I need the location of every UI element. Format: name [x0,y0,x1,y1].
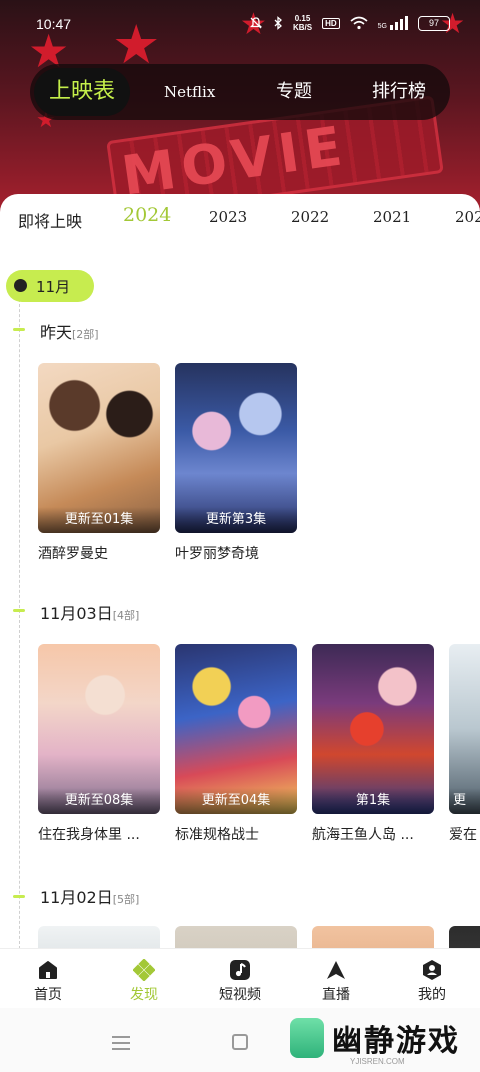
year-2021[interactable]: 2021 [373,208,411,226]
bluetooth-icon [274,16,282,30]
date-header: 11月02日[5部] [40,884,139,908]
show-card[interactable] [38,926,160,948]
watermark-url: YJISREN.COM [350,1057,405,1066]
nav-discover[interactable]: 发现 [96,949,192,1009]
timeline-line [19,284,20,948]
date-count: [4部] [112,609,140,622]
discover-icon [133,959,155,981]
profile-icon [423,960,441,980]
year-upcoming[interactable]: 即将上映 [18,208,82,232]
header-banner: ★ ★ ★ ★ ★ MOVIE TIME 10:47 0.15KB/S HD 5… [0,0,480,215]
speed-value: 0.15 [294,14,311,23]
tab-schedule[interactable]: 上映表 [34,68,130,116]
watermark-name: 幽静游戏 [332,1024,460,1059]
date-tick [13,609,25,612]
update-status: 更新至04集 [175,788,297,814]
show-title: 叶罗丽梦奇境 [175,546,259,562]
bottom-navigation: 首页 发现 短视频 直播 我的 [0,948,480,1008]
update-status: 更 [449,788,480,814]
nav-label: 首页 [34,987,62,1003]
nav-label: 我的 [418,987,446,1003]
show-poster[interactable]: 更新至04集 [175,644,297,814]
show-poster[interactable] [38,926,160,948]
recent-apps-button[interactable] [112,1036,130,1050]
show-card[interactable]: 更新至01集 酒醉罗曼史 [38,363,160,563]
status-bar: 10:47 0.15 KB/S HD 5G 97 [0,0,480,48]
show-poster[interactable] [449,926,480,948]
year-2020[interactable]: 2020 [455,208,480,226]
show-card[interactable] [175,926,297,948]
date-label: 11月03日 [40,604,113,623]
update-status: 更新第3集 [175,507,297,533]
update-status: 更新至01集 [38,507,160,533]
nav-short-video[interactable]: 短视频 [192,949,288,1009]
year-2022[interactable]: 2022 [291,208,329,226]
nav-home[interactable]: 首页 [0,949,96,1009]
month-marker: 11月 [6,270,94,302]
tab-netflix[interactable]: Netflix [164,64,215,120]
live-icon [327,961,345,979]
show-card[interactable]: 第1集 航海王鱼人岛 ... [312,644,434,844]
home-icon [39,961,57,979]
show-poster[interactable] [312,926,434,948]
nav-profile[interactable]: 我的 [384,949,480,1009]
tab-rankings[interactable]: 排行榜 [372,64,426,120]
show-card[interactable] [449,926,480,948]
schedule-content: 即将上映 2024 2023 2022 2021 2020 11月 昨天[2部]… [0,194,480,948]
cell-signal-icon: 5G [378,16,408,30]
hd-badge: HD [322,17,340,29]
date-label: 11月02日 [40,888,113,907]
month-label: 11月 [36,278,71,296]
date-count: [5部] [112,893,140,906]
top-tab-bar: 上映表 Netflix 专题 排行榜 [30,64,450,120]
show-poster[interactable]: 第1集 [312,644,434,814]
status-time: 10:47 [36,16,72,32]
show-card[interactable]: 更新第3集 叶罗丽梦奇境 [175,363,297,563]
home-button[interactable] [232,1034,248,1050]
date-tick [13,328,25,331]
show-card[interactable] [312,926,434,948]
show-title: 标准规格战士 [175,827,259,843]
watermark-logo-icon [290,1018,324,1058]
show-poster[interactable]: 更新至08集 [38,644,160,814]
show-poster[interactable]: 更新至01集 [38,363,160,533]
year-2023[interactable]: 2023 [209,208,247,226]
show-title: 航海王鱼人岛 ... [312,827,414,843]
mute-icon [249,17,263,29]
show-poster[interactable] [175,926,297,948]
show-title: 住在我身体里 ... [38,827,140,843]
show-poster[interactable]: 更 [449,644,480,814]
network-speed: 0.15 KB/S [293,14,312,32]
date-tick [13,895,25,898]
date-count: [2部] [72,328,99,341]
show-card[interactable]: 更 爱在 [449,644,480,844]
watermark-logo: 幽静游戏 [290,1016,460,1060]
speed-unit: KB/S [292,23,313,32]
nav-label: 发现 [130,987,158,1003]
wifi-icon [350,16,368,30]
year-filter-bar: 即将上映 2024 2023 2022 2021 2020 [0,194,480,240]
battery-indicator: 97 [418,15,450,31]
update-status: 更新至08集 [38,788,160,814]
tab-topics[interactable]: 专题 [276,64,312,120]
show-card[interactable]: 更新至08集 住在我身体里 ... [38,644,160,844]
show-card[interactable]: 更新至04集 标准规格战士 [175,644,297,844]
nav-label: 短视频 [219,987,261,1003]
month-dot-icon [14,279,27,292]
date-label: 昨天 [40,323,73,342]
network-type: 5G [377,23,387,30]
status-icons: 0.15 KB/S HD 5G 97 [249,14,450,32]
show-title: 爱在 [449,827,477,843]
date-header: 昨天[2部] [40,319,99,343]
nav-live[interactable]: 直播 [288,949,384,1009]
year-2024[interactable]: 2024 [123,204,171,226]
show-title: 酒醉罗曼史 [38,546,108,562]
show-poster[interactable]: 更新第3集 [175,363,297,533]
update-status: 第1集 [312,788,434,814]
music-note-icon [230,960,250,980]
nav-label: 直播 [322,987,350,1003]
date-header: 11月03日[4部] [40,600,139,624]
